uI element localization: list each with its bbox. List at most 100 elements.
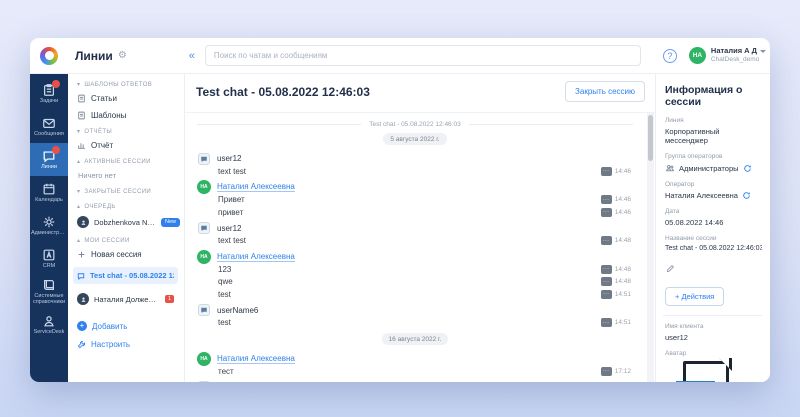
new-session-button[interactable]: Новая сессия bbox=[77, 250, 180, 259]
session-start-divider: Test chat - 05.08.2022 12:46:03 bbox=[197, 121, 633, 128]
file-type-badge: JPEG bbox=[676, 381, 715, 382]
delivery-status-icon: ··· bbox=[601, 167, 612, 176]
message-list[interactable]: Test chat - 05.08.2022 12:46:03 5 август… bbox=[185, 113, 645, 382]
person-icon bbox=[42, 314, 56, 328]
delivery-status-icon: ··· bbox=[601, 236, 612, 245]
edit-icon[interactable] bbox=[666, 260, 762, 278]
rail-item-tasks[interactable]: Задачи bbox=[30, 77, 68, 110]
message: НАНаталия Алексеевна 123···14:48 qwe···1… bbox=[197, 250, 633, 301]
rail-item-label: Системные справочники bbox=[31, 293, 67, 305]
bar-chart-icon bbox=[77, 141, 86, 150]
operator-avatar: НА bbox=[197, 180, 211, 194]
rail-item-label: Администрир... bbox=[31, 230, 67, 236]
delivery-status-icon: ··· bbox=[601, 265, 612, 274]
chat-panel: Test chat - 05.08.2022 12:46:03 Закрыть … bbox=[185, 74, 655, 382]
sidebar-item-templates[interactable]: Шаблоны bbox=[77, 111, 180, 120]
chat-bubble-icon bbox=[42, 149, 56, 163]
message-text: привет bbox=[218, 208, 243, 217]
field-label-client-name: Имя клиента bbox=[665, 323, 762, 330]
calendar-icon bbox=[42, 182, 56, 196]
refresh-icon[interactable] bbox=[743, 164, 752, 173]
field-value-session-name: Test chat - 05.08.2022 12:46:03 bbox=[665, 245, 762, 252]
document-icon bbox=[77, 94, 86, 103]
section-answer-templates[interactable]: ▾ШАБЛОНЫ ОТВЕТОВ bbox=[77, 81, 180, 88]
field-label-session-name: Название сессии bbox=[665, 235, 762, 242]
chevron-icon: ▴ bbox=[77, 158, 80, 165]
section-closed-sessions[interactable]: ▾ЗАКРЫТЫЕ СЕССИИ bbox=[77, 188, 180, 195]
message-time: 14:51 bbox=[615, 291, 631, 298]
chevron-icon: ▾ bbox=[77, 188, 80, 195]
message-text: 123 bbox=[218, 265, 231, 274]
section-queue[interactable]: ▴ОЧЕРЕДЬ bbox=[77, 203, 180, 210]
page-title: Линии bbox=[75, 49, 113, 63]
section-reports[interactable]: ▾ОТЧЁТЫ bbox=[77, 128, 180, 135]
message: user12 text test···14:48 bbox=[197, 222, 633, 248]
rail-item-lines[interactable]: Линии bbox=[30, 143, 68, 176]
book-icon bbox=[42, 278, 56, 292]
rail-item-calendar[interactable]: Календарь bbox=[30, 176, 68, 209]
chat-scrollbar[interactable] bbox=[647, 113, 654, 382]
message-author[interactable]: Наталия Алексеевна bbox=[217, 354, 295, 364]
top-bar: Линии ⚙ « ? НА Наталия А Д ChatDesk_demo bbox=[30, 38, 770, 74]
app-logo[interactable] bbox=[30, 47, 68, 65]
sidebar-collapse-button[interactable]: « bbox=[189, 50, 195, 62]
session-info-panel: Информация о сессии Линия Корпоративный … bbox=[655, 74, 770, 382]
sidebar-item-report[interactable]: Отчёт bbox=[77, 141, 180, 150]
rail-item-crm[interactable]: CRM bbox=[30, 242, 68, 275]
user-avatar[interactable]: НА bbox=[689, 47, 706, 64]
message-time: 14:46 bbox=[615, 196, 631, 203]
rail-item-label: Линии bbox=[41, 164, 57, 170]
message-text: test bbox=[218, 290, 231, 299]
user-menu[interactable]: Наталия А Д ChatDesk_demo bbox=[711, 47, 766, 63]
section-active-sessions[interactable]: ▴АКТИВНЫЕ СЕССИИ bbox=[77, 158, 180, 165]
section-my-sessions[interactable]: ▴МОИ СЕССИИ bbox=[77, 237, 180, 244]
configure-button[interactable]: Настроить bbox=[77, 340, 180, 349]
avatar bbox=[77, 293, 89, 305]
message-author: user12 bbox=[217, 154, 241, 163]
message: user12 text test···14:46 bbox=[197, 152, 633, 178]
operator-avatar: НА bbox=[197, 250, 211, 264]
actions-button[interactable]: + Действия bbox=[665, 287, 724, 306]
clipboard-icon bbox=[42, 83, 56, 97]
field-label-date: Дата bbox=[665, 208, 762, 215]
field-value-operator-group: Администраторы bbox=[679, 164, 739, 173]
chevron-icon: ▾ bbox=[77, 128, 80, 135]
client-avatar-file[interactable]: JPEG bbox=[683, 361, 729, 382]
rail-item-system-directories[interactable]: Системные справочники bbox=[30, 275, 68, 308]
add-button[interactable]: + Добавить bbox=[77, 321, 180, 331]
session-item-test-chat-active[interactable]: Test chat - 05.08.2022 12:46: bbox=[73, 267, 178, 284]
message-text: text test bbox=[218, 236, 246, 245]
message-author: userName6 bbox=[217, 306, 258, 315]
message-text: test bbox=[218, 318, 231, 327]
message-author[interactable]: Наталия Алексеевна bbox=[217, 182, 295, 192]
rail-item-servicedesk[interactable]: ServiceDesk bbox=[30, 308, 68, 341]
delivery-status-icon: ··· bbox=[601, 277, 612, 286]
user-name: Наталия А Д bbox=[711, 47, 757, 56]
session-item-dobzhenkova[interactable]: Dobzhenkova Natalia - New bbox=[77, 216, 180, 228]
gear-icon[interactable]: ⚙ bbox=[118, 50, 127, 61]
refresh-icon[interactable] bbox=[742, 191, 751, 200]
divider bbox=[663, 315, 762, 316]
chat-title: Test chat - 05.08.2022 12:46:03 bbox=[196, 85, 370, 99]
sidebar-item-articles[interactable]: Статьи bbox=[77, 94, 180, 103]
messenger-client-icon bbox=[198, 304, 210, 316]
delivery-status-icon: ··· bbox=[601, 208, 612, 217]
rail-item-administration[interactable]: Администрир... bbox=[30, 209, 68, 242]
message-time: 14:51 bbox=[615, 319, 631, 326]
rail-item-messages[interactable]: Сообщения bbox=[30, 110, 68, 143]
session-item-natalia-dolzhenkova[interactable]: Наталия Долженкова - 04.0 1 bbox=[77, 293, 180, 305]
wrench-icon bbox=[77, 340, 86, 349]
close-session-button[interactable]: Закрыть сессию bbox=[565, 81, 645, 102]
scrollbar-thumb[interactable] bbox=[648, 115, 653, 161]
unread-count-badge: 1 bbox=[165, 295, 174, 303]
gear-icon bbox=[42, 215, 56, 229]
field-value-operator: Наталия Алексеевна bbox=[665, 191, 738, 200]
message-author[interactable]: Наталия Алексеевна bbox=[217, 252, 295, 262]
new-badge: New bbox=[161, 218, 180, 227]
search-input[interactable] bbox=[205, 45, 641, 66]
delivery-status-icon: ··· bbox=[601, 290, 612, 299]
badge-dot bbox=[52, 80, 60, 88]
help-icon[interactable]: ? bbox=[663, 49, 677, 63]
message-text: тест bbox=[218, 367, 234, 376]
mail-icon bbox=[42, 116, 56, 130]
